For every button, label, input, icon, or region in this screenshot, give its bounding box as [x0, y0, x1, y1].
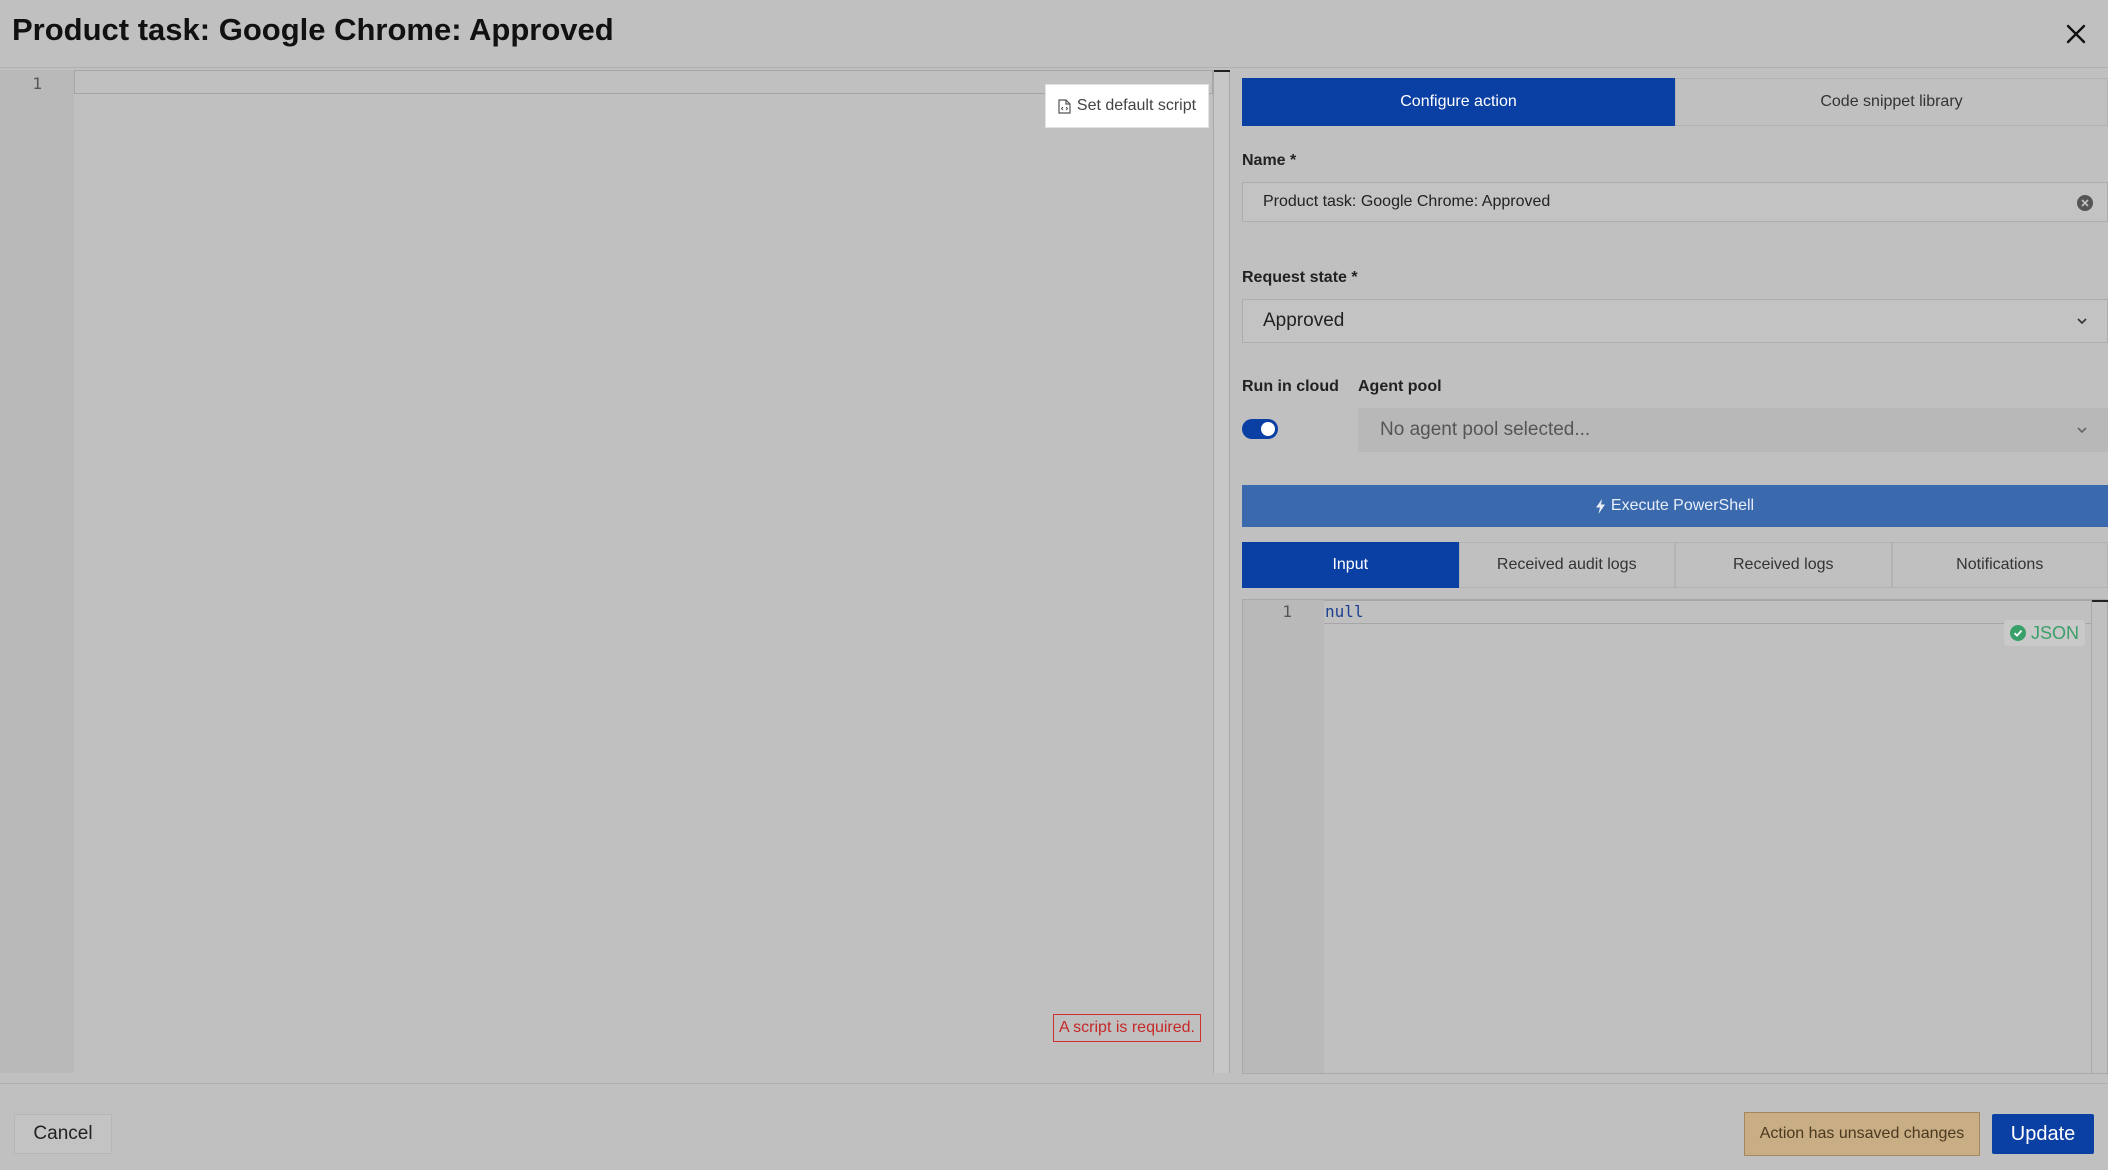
set-default-script-label: Set default script [1076, 97, 1197, 114]
chevron-down-icon [2077, 318, 2087, 325]
file-code-icon [1058, 98, 1071, 114]
clear-circle-icon[interactable] [2077, 195, 2093, 211]
script-required-error: A script is required. [1052, 1014, 1201, 1042]
configure-panel: Configure action Code snippet library Na… [1242, 78, 2108, 1074]
execute-powershell-button[interactable]: Execute PowerShell [1242, 485, 2108, 527]
json-editor-scrollbar[interactable] [2091, 600, 2108, 1073]
script-editor[interactable]: 1 Set default script A script is require… [0, 70, 1214, 1073]
tab-configure-action[interactable]: Configure action [1242, 78, 1675, 126]
run-in-cloud-label: Run in cloud [1242, 378, 1339, 395]
agent-pool-label: Agent pool [1358, 378, 1442, 395]
check-circle-icon [2009, 625, 2026, 641]
agent-pool-select[interactable]: No agent pool selected... [1358, 408, 2108, 452]
line-number: 1 [1282, 602, 1292, 621]
output-tabs: Input Received audit logs Received logs … [1242, 542, 2108, 588]
dialog-title: Product task: Google Chrome: Approved [12, 12, 614, 47]
agent-pool-placeholder: No agent pool selected... [1380, 419, 1591, 440]
script-code-area[interactable]: Set default script A script is required. [74, 70, 1213, 1073]
script-editor-gutter: 1 [0, 70, 74, 1073]
json-editor-gutter: 1 [1243, 600, 1324, 1073]
chevron-down-icon [2077, 427, 2087, 434]
tab-received-audit-logs[interactable]: Received audit logs [1458, 542, 1675, 588]
close-icon [2066, 24, 2086, 44]
request-state-select[interactable]: Approved [1242, 299, 2108, 343]
cancel-button[interactable]: Cancel [14, 1114, 112, 1154]
json-code-area[interactable]: null JSON [1324, 600, 2091, 1073]
name-input-value: Product task: Google Chrome: Approved [1263, 193, 1551, 210]
tab-code-snippet-library[interactable]: Code snippet library [1675, 78, 2108, 126]
tab-notifications[interactable]: Notifications [1891, 542, 2108, 588]
dialog-footer: Cancel Action has unsaved changes Update [0, 1083, 2108, 1170]
unsaved-changes-badge: Action has unsaved changes [1744, 1112, 1980, 1156]
json-input-editor[interactable]: 1 null JSON [1242, 599, 2108, 1074]
panel-tabs: Configure action Code snippet library [1242, 78, 2108, 126]
dialog-header: Product task: Google Chrome: Approved [0, 0, 2108, 68]
request-state-value: Approved [1263, 310, 1345, 331]
execute-powershell-label: Execute PowerShell [1610, 497, 1755, 514]
close-button[interactable] [2058, 16, 2094, 52]
json-valid-badge: JSON [2003, 620, 2085, 646]
toggle-knob [1261, 422, 1275, 436]
script-editor-scrollbar[interactable] [1214, 70, 1230, 1073]
lightning-icon [1595, 498, 1605, 514]
tab-received-logs[interactable]: Received logs [1675, 542, 1892, 588]
update-button[interactable]: Update [1992, 1114, 2094, 1154]
json-badge-label: JSON [2030, 622, 2079, 643]
tab-input[interactable]: Input [1242, 542, 1459, 588]
request-state-label: Request state * [1242, 269, 1358, 286]
line-number: 1 [32, 74, 42, 93]
name-label: Name * [1242, 152, 1297, 169]
name-input[interactable]: Product task: Google Chrome: Approved [1242, 182, 2108, 222]
set-default-script-button[interactable]: Set default script [1045, 84, 1209, 128]
json-line: null [1324, 600, 2091, 624]
run-in-cloud-toggle[interactable] [1242, 419, 1278, 439]
current-line-highlight [74, 70, 1213, 94]
